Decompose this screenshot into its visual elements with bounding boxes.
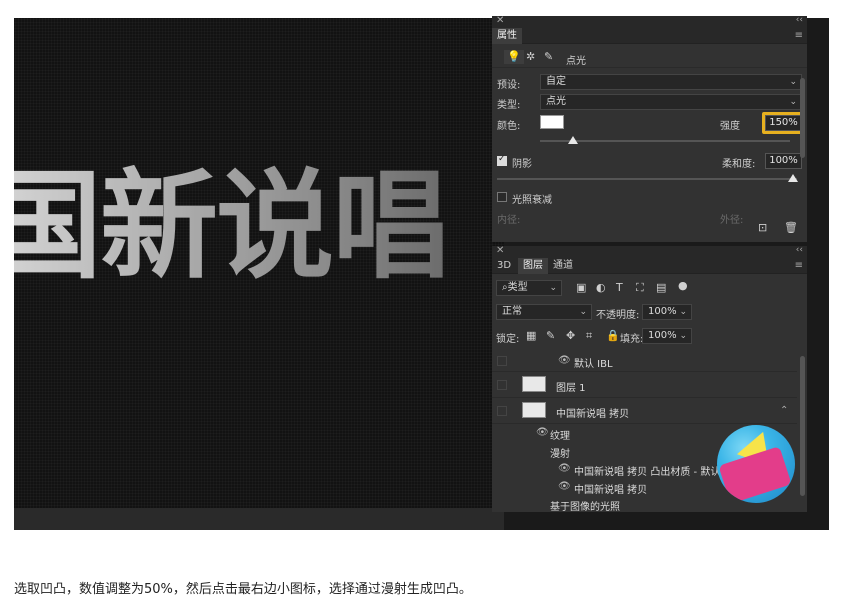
lock-pixels-icon[interactable]: ✎ bbox=[546, 330, 555, 342]
close-icon[interactable]: ✕ bbox=[496, 245, 504, 256]
tab-channels[interactable]: 通道 bbox=[548, 258, 578, 274]
canvas-bottom-strip bbox=[14, 508, 504, 530]
visibility-toggle[interactable] bbox=[497, 406, 507, 416]
light-type-title: 点光 bbox=[566, 56, 586, 67]
properties-mode-row: 💡 ✲ ✎ 点光 bbox=[492, 46, 807, 68]
layer-name: 图层 1 bbox=[556, 383, 586, 394]
eye-icon[interactable]: 👁 bbox=[558, 355, 571, 366]
fill-value: 100% bbox=[648, 330, 677, 341]
layer-row[interactable]: 👁 默认 IBL bbox=[492, 350, 797, 372]
lock-artboard-icon[interactable]: ⌗ bbox=[586, 330, 592, 342]
visibility-toggle[interactable] bbox=[497, 380, 507, 390]
collapse-icon[interactable]: ‹‹ bbox=[796, 15, 803, 25]
eye-icon[interactable]: 👁 bbox=[558, 463, 571, 474]
light-bulb-icon[interactable]: 💡 bbox=[504, 50, 524, 64]
lock-transparent-icon[interactable]: ▦ bbox=[526, 330, 536, 342]
trash-icon[interactable]: 🗑 bbox=[784, 222, 798, 234]
type-select[interactable]: 点光 ⌄ bbox=[540, 94, 802, 110]
panel-header: ✕ ‹‹ bbox=[492, 15, 807, 28]
properties-tabbar: 属性 ≡ bbox=[492, 28, 807, 44]
blend-mode-value: 正常 bbox=[502, 306, 522, 317]
coordinates-icon[interactable]: ✲ bbox=[526, 51, 535, 63]
softness-label: 柔和度: bbox=[722, 159, 756, 170]
layer-name: 中国新说唱 拷贝 bbox=[556, 409, 630, 420]
inner-radius-label: 内径: bbox=[497, 215, 521, 226]
eye-icon[interactable]: 👁 bbox=[536, 427, 549, 438]
chevron-down-icon: ⌄ bbox=[679, 331, 687, 341]
chevron-down-icon: ⌄ bbox=[549, 283, 557, 293]
collapse-icon[interactable]: ‹‹ bbox=[796, 245, 803, 255]
color-label: 颜色: bbox=[497, 121, 521, 132]
chevron-down-icon: ⌄ bbox=[789, 77, 797, 87]
render-icon[interactable]: ⊡ bbox=[758, 222, 767, 234]
shadow-label: 阴影 bbox=[512, 159, 532, 170]
filter-toggle-icon[interactable]: ● bbox=[678, 280, 688, 292]
opacity-label: 不透明度: bbox=[596, 310, 640, 321]
pixel-filter-icon[interactable]: ▣ bbox=[576, 282, 586, 294]
chevron-down-icon: ⌄ bbox=[679, 307, 687, 317]
type-label: 类型: bbox=[497, 100, 521, 111]
properties-scrollbar[interactable] bbox=[800, 78, 805, 158]
intensity-slider-thumb[interactable] bbox=[568, 136, 578, 144]
watermark-logo bbox=[717, 425, 795, 503]
outer-radius-label: 外径: bbox=[720, 215, 744, 226]
fill-field[interactable]: 100% ⌄ bbox=[642, 328, 692, 344]
tab-layers[interactable]: 图层 bbox=[518, 258, 548, 274]
opacity-field[interactable]: 100% ⌄ bbox=[642, 304, 692, 320]
falloff-checkbox[interactable] bbox=[497, 192, 507, 202]
layer-name: 中国新说唱 拷贝 凸出材质 - 默认 bbox=[574, 467, 721, 478]
close-icon[interactable]: ✕ bbox=[496, 15, 504, 26]
layer-thumbnail bbox=[522, 376, 546, 392]
chevron-up-icon[interactable]: ⌃ bbox=[780, 405, 788, 416]
brush-icon[interactable]: ✎ bbox=[544, 51, 553, 63]
intensity-highlight bbox=[762, 112, 805, 134]
shadow-checkbox[interactable] bbox=[497, 154, 507, 166]
preset-value: 自定 bbox=[546, 76, 566, 87]
chevron-down-icon: ⌄ bbox=[579, 307, 587, 317]
visibility-toggle[interactable] bbox=[497, 356, 507, 366]
layer-name: 纹理 bbox=[550, 431, 570, 442]
panel-menu-icon[interactable]: ≡ bbox=[795, 30, 803, 41]
caption-text: 选取凹凸，数值调整为50%，然后点击最右边小图标，选择通过漫射生成凹凸。 bbox=[14, 582, 472, 597]
fill-label: 填充: bbox=[620, 334, 644, 345]
opacity-value: 100% bbox=[648, 306, 677, 317]
type-filter-icon[interactable]: T bbox=[616, 282, 623, 294]
layers-scrollbar[interactable] bbox=[800, 356, 805, 496]
layers-tabbar: 3D 图层 通道 ≡ bbox=[492, 258, 807, 274]
softness-field[interactable]: 100% bbox=[765, 153, 802, 169]
tab-properties[interactable]: 属性 bbox=[492, 28, 522, 44]
layer-row[interactable]: 中国新说唱 拷贝 ⌃ bbox=[492, 398, 797, 424]
softness-slider-thumb[interactable] bbox=[788, 174, 798, 182]
layers-panel-header: ✕ ‹‹ bbox=[492, 245, 807, 258]
layer-name: 中国新说唱 拷贝 bbox=[574, 485, 648, 496]
eye-icon[interactable]: 👁 bbox=[558, 481, 571, 492]
filter-type-label: 类型 bbox=[507, 282, 528, 293]
shape-filter-icon[interactable]: ⛶ bbox=[636, 282, 644, 294]
panel-menu-icon[interactable]: ≡ bbox=[795, 260, 803, 271]
blend-mode-select[interactable]: 正常 ⌄ bbox=[496, 304, 592, 320]
chevron-down-icon: ⌄ bbox=[789, 97, 797, 107]
lock-all-icon[interactable]: 🔒 bbox=[606, 330, 620, 342]
properties-panel: ✕ ‹‹ 属性 ≡ 💡 ✲ ✎ 点光 预设: 自定 ⌄ 类型: 点光 ⌄ 颜色:… bbox=[492, 15, 807, 242]
layer-name: 基于图像的光照 bbox=[550, 502, 620, 513]
layer-name: 默认 IBL bbox=[574, 359, 613, 370]
document-canvas[interactable]: 国新说唱 bbox=[14, 18, 504, 508]
softness-slider-track[interactable] bbox=[497, 178, 797, 180]
layer-row[interactable]: 图层 1 bbox=[492, 372, 797, 398]
canvas-3d-text: 国新说唱 bbox=[14, 130, 450, 301]
tab-3d[interactable]: 3D bbox=[492, 258, 516, 274]
preset-label: 预设: bbox=[497, 80, 521, 91]
type-value: 点光 bbox=[546, 96, 566, 107]
adjustment-filter-icon[interactable]: ◐ bbox=[596, 282, 606, 294]
lock-label: 锁定: bbox=[496, 334, 520, 345]
intensity-label: 强度 bbox=[720, 121, 740, 132]
color-swatch[interactable] bbox=[540, 115, 564, 129]
falloff-label: 光照衰减 bbox=[512, 195, 552, 206]
lock-position-icon[interactable]: ✥ bbox=[566, 330, 575, 342]
layer-filter-select[interactable]: ⌕类型 ⌄ bbox=[496, 280, 562, 296]
preset-select[interactable]: 自定 ⌄ bbox=[540, 74, 802, 90]
smart-object-filter-icon[interactable]: ▤ bbox=[656, 282, 666, 294]
layer-name: 漫射 bbox=[550, 449, 570, 460]
layer-thumbnail bbox=[522, 402, 546, 418]
